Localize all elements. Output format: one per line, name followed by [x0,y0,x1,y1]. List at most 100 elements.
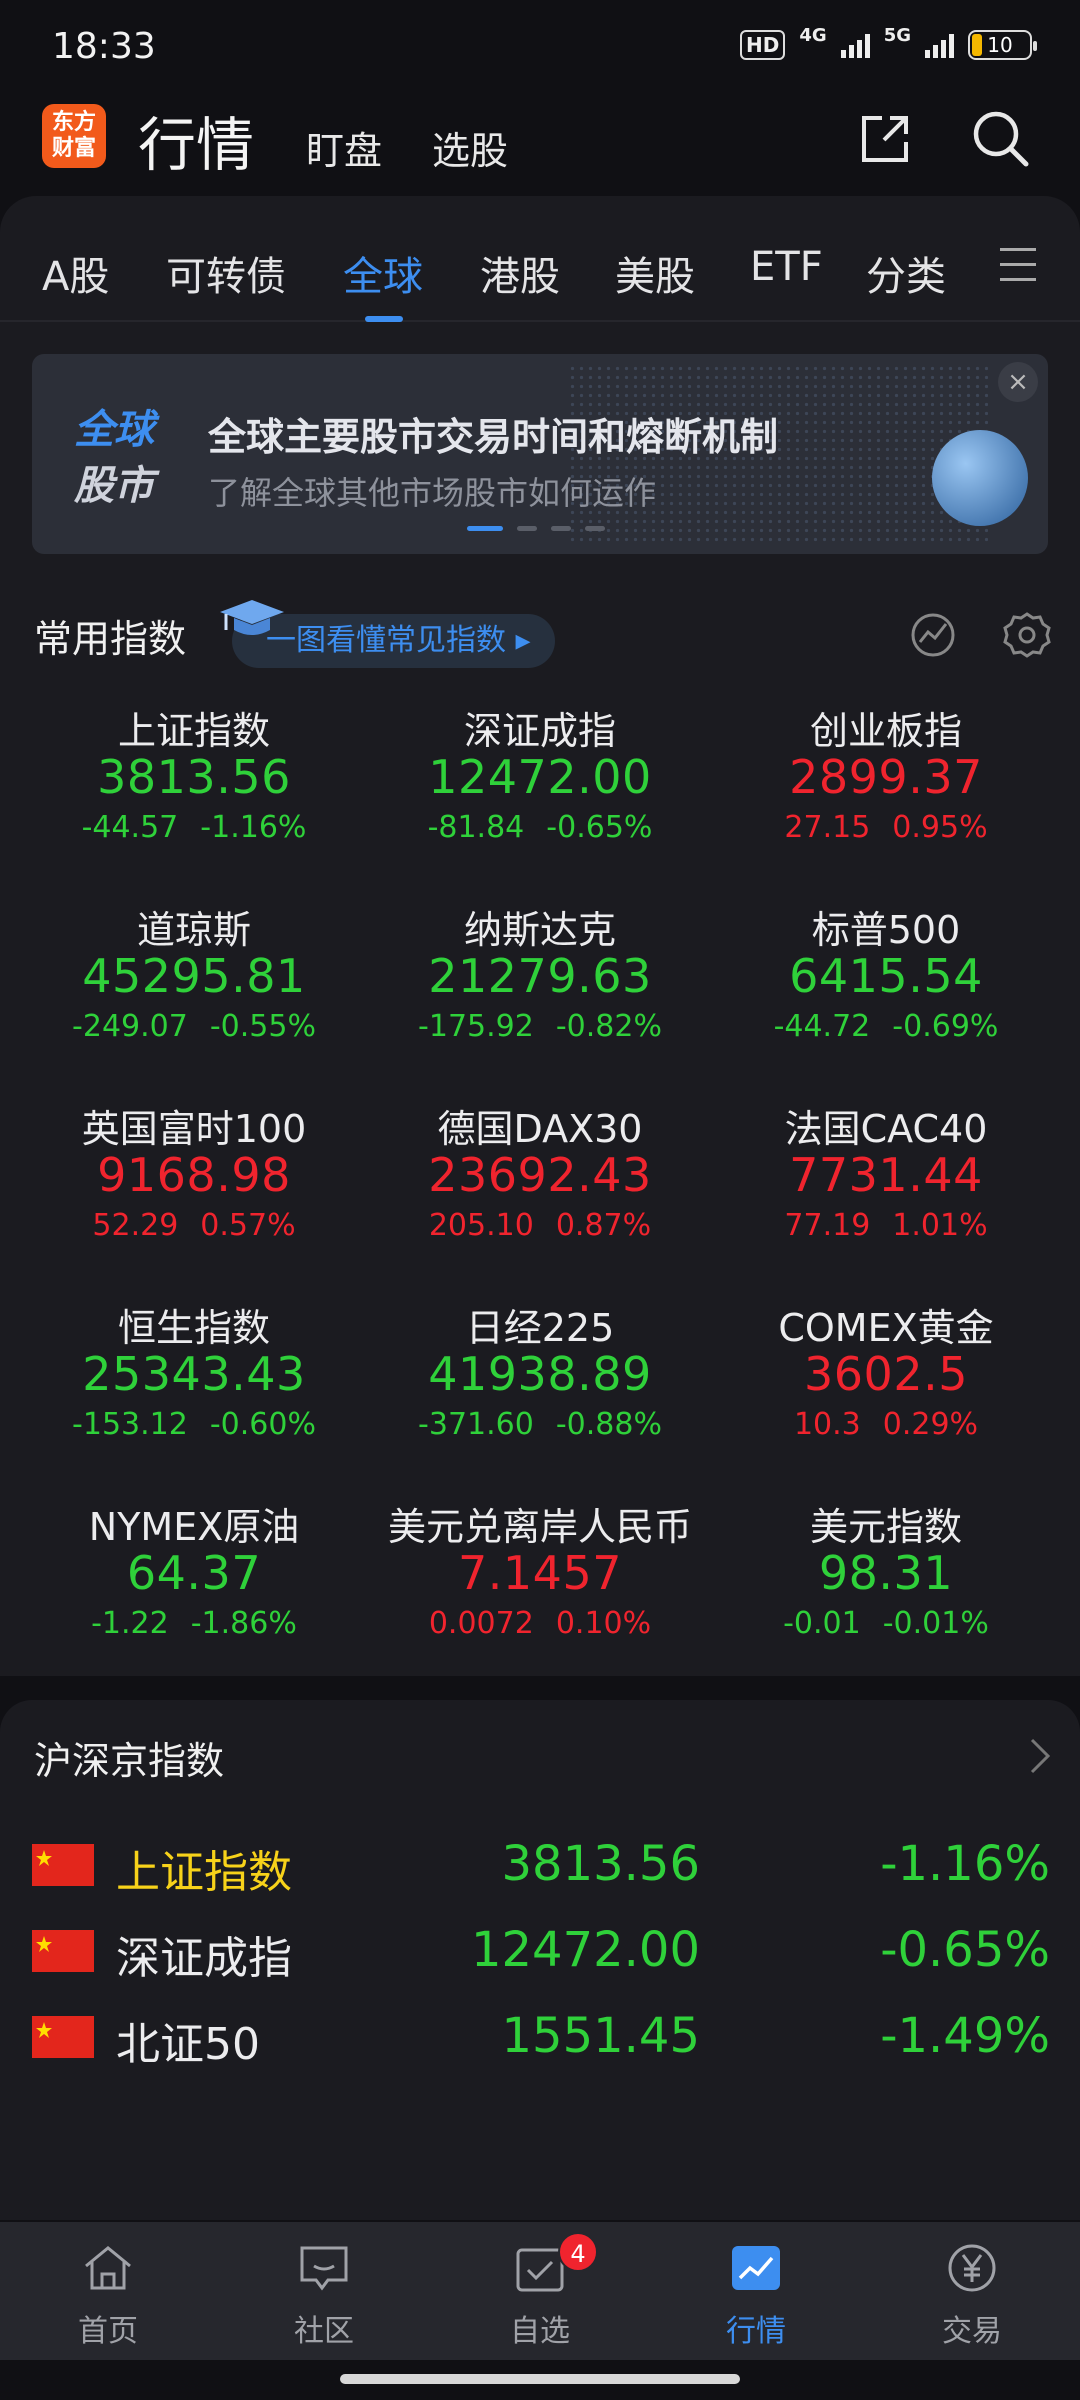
hd-icon: HD [740,30,786,60]
notification-badge: 4 [558,2232,598,2272]
tab-convertible-bonds[interactable]: 可转债 [166,244,286,302]
list-row-pct: -1.16% [880,1836,1050,1892]
china-flag-icon [32,1930,94,1972]
chat-icon [300,2246,348,2291]
tab-us-stocks[interactable]: 美股 [615,244,695,302]
menu-icon[interactable] [1000,248,1036,282]
index-price: 12472.00 [428,750,652,804]
tab-stock-picker[interactable]: 选股 [432,120,508,175]
tab-watch[interactable]: 盯盘 [306,120,382,175]
index-card[interactable]: 法国CAC40 7731.44 77.19 1.01% [706,1098,1066,1248]
index-card[interactable]: 纳斯达克 21279.63 -175.92 -0.82% [360,899,720,1049]
index-change: -153.12 -0.60% [14,1407,374,1447]
nav-label: 自选 [510,2314,570,2349]
index-change: -81.84 -0.65% [360,810,720,850]
index-card[interactable]: NYMEX原油 64.37 -1.22 -1.86% [14,1496,374,1646]
tab-hk-stocks[interactable]: 港股 [480,244,560,302]
promo-banner[interactable]: 全球 股市 全球主要股市交易时间和熔断机制 了解全球其他市场股市如何运作 × [32,354,1048,554]
list-row-price: 3813.56 [501,1836,701,1892]
nav-home[interactable]: 首页 [0,2222,216,2360]
home-indicator[interactable] [340,2374,740,2384]
market-panel: A股 可转债 全球 港股 美股 ETF 分类 全球 股市 全球主要股市交易时间和… [0,196,1080,1676]
index-change-pct: -0.82% [555,1009,662,1044]
nav-watchlist[interactable]: 4 自选 [432,2222,648,2360]
index-price: 3813.56 [97,750,291,804]
index-card[interactable]: 德国DAX30 23692.43 205.10 0.87% [360,1098,720,1248]
trend-chart-icon [732,2246,780,2290]
signal-icon [840,32,870,58]
index-price: 21279.63 [428,949,652,1003]
signal-icon-2 [925,32,954,58]
index-price: 7731.44 [789,1148,983,1202]
index-card[interactable]: 道琼斯 45295.81 -249.07 -0.55% [14,899,374,1049]
index-change: -44.72 -0.69% [706,1009,1066,1049]
banner-logo-line-2: 股市 [74,463,154,509]
index-change: -0.01 -0.01% [706,1606,1066,1646]
index-card[interactable]: 日经225 41938.89 -371.60 -0.88% [360,1297,720,1447]
index-card[interactable]: 恒生指数 25343.43 -153.12 -0.60% [14,1297,374,1447]
index-card[interactable]: 上证指数 3813.56 -44.57 -1.16% [14,700,374,850]
index-change: -175.92 -0.82% [360,1009,720,1049]
globe-graphic [932,430,1028,526]
list-row[interactable]: 北证50 1551.45 -1.49% [0,1972,1080,2102]
index-change-pct: -0.01% [882,1606,989,1641]
tab-category[interactable]: 分类 [866,244,946,302]
nav-label: 交易 [942,2314,1002,2349]
share-icon[interactable] [854,106,918,170]
index-change-value: 52.29 [92,1208,179,1243]
index-change-pct: -0.65% [546,810,653,845]
nav-label: 首页 [78,2314,138,2349]
nav-community[interactable]: 社区 [216,2222,432,2360]
index-change-pct: -0.88% [555,1407,662,1442]
index-name: 创业板指 [809,709,962,753]
section-title: 常用指数 [34,617,187,661]
index-name: COMEX黄金 [778,1306,994,1350]
index-change-value: -44.57 [81,810,179,845]
index-card[interactable]: 美元指数 98.31 -0.01 -0.01% [706,1496,1066,1646]
list-row-price: 12472.00 [470,1922,700,1978]
chevron-right-icon[interactable] [1028,1736,1052,1776]
index-name: 美元兑离岸人民币 [387,1505,692,1549]
index-price: 45295.81 [82,949,306,1003]
index-card[interactable]: 标普500 6415.54 -44.72 -0.69% [706,899,1066,1049]
index-name: 上证指数 [117,709,270,753]
search-icon[interactable] [968,106,1032,170]
index-name: NYMEX原油 [88,1505,300,1549]
nav-market[interactable]: 行情 [648,2222,864,2360]
index-change-pct: -0.60% [209,1407,316,1442]
index-card[interactable]: COMEX黄金 3602.5 10.3 0.29% [706,1297,1066,1447]
graduation-cap-icon [220,600,284,635]
list-section-title[interactable]: 沪深京指数 [34,1730,224,1785]
page-title[interactable]: 行情 [138,98,254,182]
tab-global[interactable]: 全球 [343,244,423,302]
battery-icon: 10 [968,30,1037,60]
index-name: 道琼斯 [136,908,251,952]
list-row-price: 1551.45 [501,2008,701,2064]
index-change: -371.60 -0.88% [360,1407,720,1447]
index-change: 10.3 0.29% [706,1407,1066,1447]
close-icon[interactable]: × [998,362,1038,402]
index-change-value: -1.22 [91,1606,169,1641]
index-change-pct: -1.86% [190,1606,297,1641]
index-change-value: -371.60 [418,1407,534,1442]
index-card[interactable]: 美元兑离岸人民币 7.1457 0.0072 0.10% [360,1496,720,1646]
gear-icon[interactable] [1002,610,1052,660]
index-name: 英国富时100 [81,1107,307,1151]
app-logo: 东方 财富 [42,104,106,168]
index-card[interactable]: 创业板指 2899.37 27.15 0.95% [706,700,1066,850]
carousel-dots [467,526,605,531]
index-card[interactable]: 英国富时100 9168.98 52.29 0.57% [14,1098,374,1248]
battery-level: 10 [987,33,1013,57]
index-change-value: 10.3 [793,1407,861,1442]
active-tab-indicator [365,316,403,322]
banner-logo: 全球 股市 [74,402,154,514]
index-change: -44.57 -1.16% [14,810,374,850]
nav-trade[interactable]: 交易 [864,2222,1080,2360]
tab-a-shares[interactable]: A股 [42,244,109,302]
banner-logo-line-1: 全球 [74,407,154,453]
tab-etf[interactable]: ETF [750,244,823,290]
chart-icon[interactable] [908,610,958,660]
index-card[interactable]: 深证成指 12472.00 -81.84 -0.65% [360,700,720,850]
index-price: 98.31 [818,1546,954,1600]
index-price: 3602.5 [804,1347,968,1401]
